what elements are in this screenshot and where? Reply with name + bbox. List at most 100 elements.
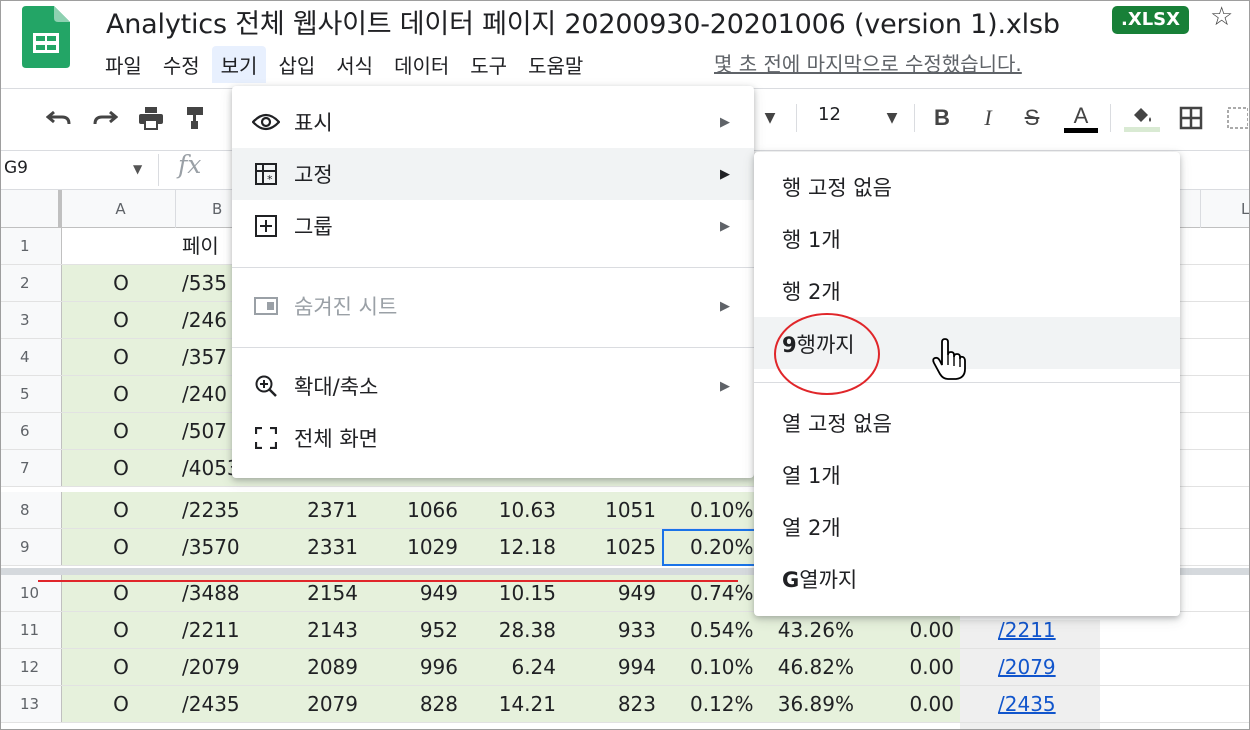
cell-a[interactable]: O — [66, 649, 176, 685]
cell-c[interactable]: 2079 — [290, 686, 358, 722]
freeze-2-rows[interactable]: 행 2개 — [754, 264, 1180, 316]
cell-a[interactable]: O — [66, 612, 176, 648]
font-size-select[interactable]: 12 — [818, 104, 841, 125]
row-header[interactable]: 11 — [0, 612, 62, 648]
cell-link[interactable]: /2435 — [998, 686, 1056, 722]
row-header[interactable]: 7 — [0, 450, 62, 486]
cell-d[interactable]: 828 — [380, 686, 458, 722]
redo-icon[interactable] — [90, 100, 120, 136]
cell-link[interactable]: /2079 — [998, 649, 1056, 685]
cell-g[interactable]: 0.54% — [690, 612, 754, 648]
freeze-no-columns[interactable]: 열 고정 없음 — [754, 396, 1180, 448]
cell-d[interactable]: 952 — [380, 612, 458, 648]
fill-color-icon[interactable] — [1124, 100, 1160, 136]
menu-file[interactable]: 파일 — [96, 46, 151, 83]
row-header[interactable]: 12 — [0, 649, 62, 685]
freeze-no-rows[interactable]: 행 고정 없음 — [754, 160, 1180, 212]
cell-c[interactable]: 2089 — [290, 649, 358, 685]
cell-h[interactable]: 43.26% — [766, 612, 854, 648]
merge-icon[interactable] — [1224, 100, 1250, 136]
column-header-l[interactable]: L — [1200, 190, 1250, 228]
cell-d[interactable]: 1066 — [380, 492, 458, 528]
cell-h[interactable]: 46.82% — [766, 649, 854, 685]
cell-b[interactable]: /2235 — [182, 492, 240, 528]
row-header[interactable]: 3 — [0, 302, 62, 338]
cell-a[interactable]: O — [66, 413, 176, 449]
cell-link[interactable]: /2211 — [998, 612, 1056, 648]
row-header[interactable]: 1 — [0, 228, 62, 264]
cell-b[interactable]: /3570 — [182, 529, 240, 565]
cell-b[interactable]: /357 — [182, 339, 227, 375]
cell-e[interactable]: 12.18 — [470, 529, 556, 565]
row-header[interactable]: 6 — [0, 413, 62, 449]
cell-a[interactable]: O — [66, 376, 176, 412]
strikethrough-icon[interactable]: S — [1018, 100, 1046, 136]
cell-b[interactable]: /2435 — [182, 686, 240, 722]
row-header[interactable]: 8 — [0, 492, 62, 528]
cell-b[interactable]: /240 — [182, 376, 227, 412]
cell-e[interactable]: 10.63 — [470, 492, 556, 528]
cell-i[interactable]: 0.00 — [870, 612, 954, 648]
zoom-dropdown-icon[interactable]: ▼ — [758, 100, 782, 136]
row-header[interactable]: 5 — [0, 376, 62, 412]
cell-e[interactable]: 28.38 — [470, 612, 556, 648]
name-box-dropdown-icon[interactable]: ▼ — [133, 162, 142, 176]
paint-format-icon[interactable] — [182, 100, 208, 136]
cell-d[interactable]: 996 — [380, 649, 458, 685]
cell-b[interactable]: /246 — [182, 302, 227, 338]
cell-e[interactable]: 6.24 — [470, 649, 556, 685]
row-header[interactable]: 9 — [0, 529, 62, 565]
menu-format[interactable]: 서식 — [327, 46, 382, 83]
cell-a[interactable]: O — [66, 302, 176, 338]
menu-tools[interactable]: 도구 — [461, 46, 516, 83]
cell-i[interactable]: 0.00 — [870, 649, 954, 685]
selected-cell-g9[interactable] — [662, 529, 761, 566]
star-icon[interactable]: ☆ — [1210, 2, 1233, 32]
cell-f[interactable]: 1025 — [580, 529, 656, 565]
freeze-2-columns[interactable]: 열 2개 — [754, 500, 1180, 552]
cell-c[interactable]: 2331 — [290, 529, 358, 565]
cell-b[interactable]: /4053 — [182, 450, 240, 486]
cell-g[interactable]: 0.12% — [690, 686, 754, 722]
italic-icon[interactable]: I — [974, 100, 1002, 136]
menu-edit[interactable]: 수정 — [154, 46, 209, 83]
font-size-dropdown-icon[interactable]: ▼ — [880, 100, 904, 136]
last-edit-link[interactable]: 몇 초 전에 마지막으로 수정했습니다. — [714, 48, 1022, 77]
freeze-up-to-column-g[interactable]: G열까지 — [754, 552, 1180, 604]
cell-a[interactable]: O — [66, 265, 176, 301]
cell-e[interactable]: 14.21 — [470, 686, 556, 722]
bold-icon[interactable]: B — [928, 100, 956, 136]
column-header-a[interactable]: A — [66, 190, 176, 228]
cell-f[interactable]: 994 — [580, 649, 656, 685]
cell-b[interactable]: /2211 — [182, 612, 240, 648]
cell-a[interactable]: O — [66, 450, 176, 486]
select-all-corner[interactable] — [0, 190, 62, 228]
cell-a[interactable]: O — [66, 686, 176, 722]
cell-d[interactable]: 1029 — [380, 529, 458, 565]
cell-c[interactable]: 2371 — [290, 492, 358, 528]
cell-a[interactable]: O — [66, 492, 176, 528]
cell-f[interactable]: 933 — [580, 612, 656, 648]
cell-b[interactable]: /2079 — [182, 649, 240, 685]
view-menu-show[interactable]: 표시 ▶ — [232, 96, 754, 148]
cell-a[interactable]: O — [66, 529, 176, 565]
freeze-1-column[interactable]: 열 1개 — [754, 448, 1180, 500]
menu-help[interactable]: 도움말 — [519, 46, 592, 83]
borders-icon[interactable] — [1176, 100, 1206, 136]
sheets-logo-icon[interactable] — [22, 6, 70, 68]
row-header[interactable]: 2 — [0, 265, 62, 301]
cell-b[interactable]: /507 — [182, 413, 227, 449]
undo-icon[interactable] — [44, 100, 74, 136]
name-box[interactable]: G9 — [4, 158, 28, 178]
cell-f[interactable]: 823 — [580, 686, 656, 722]
row-header[interactable]: 13 — [0, 686, 62, 722]
row-header[interactable]: 4 — [0, 339, 62, 375]
cell-a[interactable]: O — [66, 339, 176, 375]
cell-g[interactable]: 0.10% — [690, 649, 754, 685]
text-color-icon[interactable]: A — [1064, 100, 1098, 136]
menu-insert[interactable]: 삽입 — [269, 46, 324, 83]
cell-b[interactable]: /535 — [182, 265, 227, 301]
freeze-1-row[interactable]: 행 1개 — [754, 212, 1180, 264]
cell-f[interactable]: 1051 — [580, 492, 656, 528]
menu-data[interactable]: 데이터 — [385, 46, 458, 83]
